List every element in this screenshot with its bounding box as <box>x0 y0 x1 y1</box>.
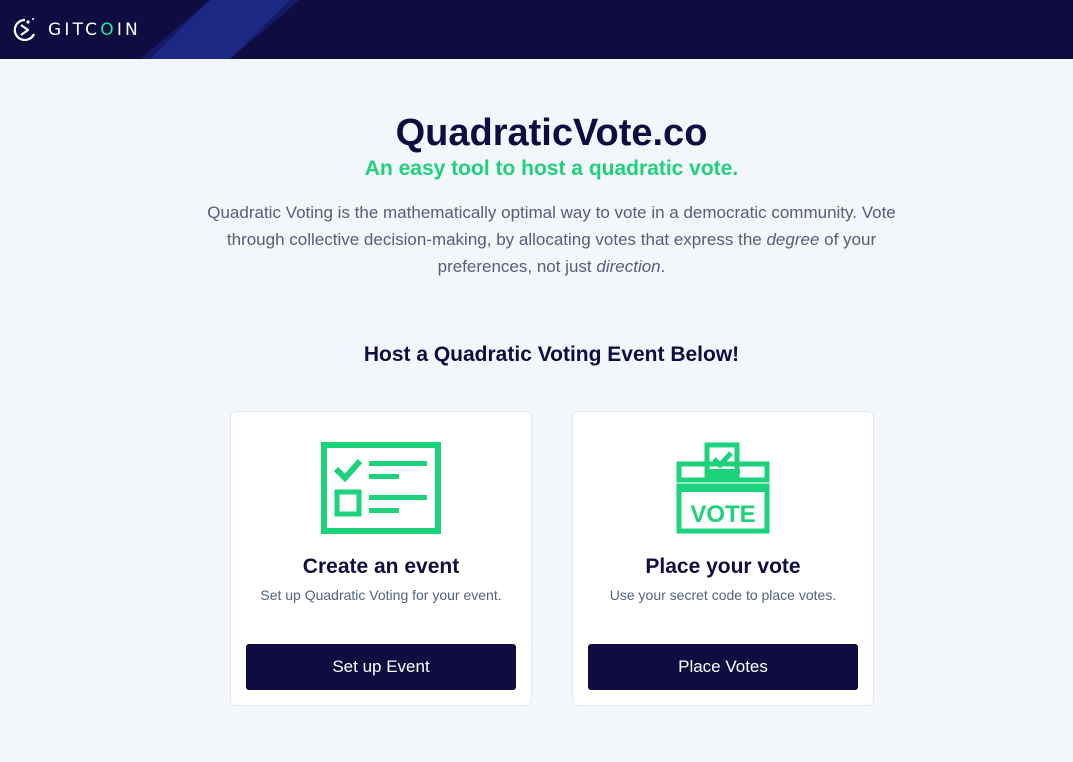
navbar-decoration-stripe <box>150 0 290 59</box>
checklist-icon-wrapper <box>231 442 531 534</box>
hero-section: QuadraticVote.co An easy tool to host a … <box>0 110 1073 280</box>
card-title: Place your vote <box>645 555 801 578</box>
set-up-event-button[interactable]: Set up Event <box>246 644 516 690</box>
ballot-vote-text: VOTE <box>690 501 755 528</box>
intro-paragraph: Quadratic Voting is the mathematically o… <box>207 203 896 276</box>
card-description: Set up Quadratic Voting for your event. <box>260 587 502 603</box>
gitcoin-logo-icon <box>13 18 36 42</box>
place-votes-button[interactable]: Place Votes <box>588 644 858 690</box>
ballot-box-icon-wrapper: VOTE <box>573 442 873 534</box>
gitcoin-wordmark: GITCOIN <box>48 20 141 40</box>
page-title: QuadraticVote.co <box>395 112 708 154</box>
card-title: Create an event <box>302 555 460 578</box>
page-subtitle: An easy tool to host a quadratic vote. <box>364 157 739 180</box>
place-vote-card: VOTE Place your vote Use your secret cod… <box>572 411 874 706</box>
top-navbar: GITCOIN <box>0 0 1073 59</box>
create-event-card: Create an event Set up Quadratic Voting … <box>230 411 532 706</box>
card-description: Use your secret code to place votes. <box>609 587 837 603</box>
section-heading: Host a Quadratic Voting Event Below! <box>363 343 740 366</box>
gitcoin-logo-link[interactable]: GITCOIN <box>12 8 141 52</box>
checklist-icon <box>321 442 441 534</box>
ballot-box-icon: VOTE <box>676 442 770 534</box>
